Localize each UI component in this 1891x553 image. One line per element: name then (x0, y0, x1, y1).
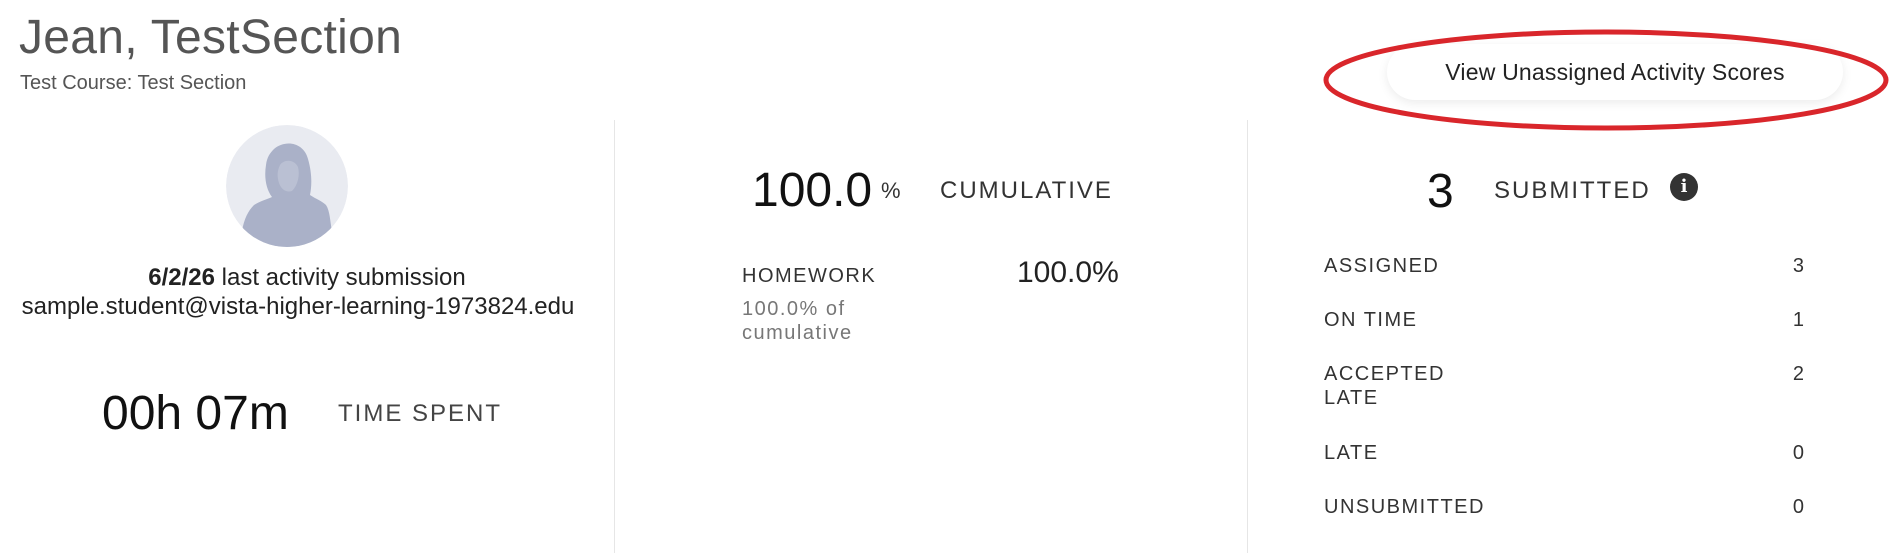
stat-value: 0 (1792, 496, 1804, 518)
submitted-count: 3 (1427, 165, 1454, 218)
homework-category-label: HOMEWORK (742, 265, 877, 287)
submitted-label: SUBMITTED (1494, 177, 1651, 204)
last-activity-submission: 6/2/26 last activity submission (0, 264, 614, 292)
stat-label: LATE (1324, 442, 1379, 464)
column-divider (614, 120, 615, 553)
time-spent-value: 00h 07m (102, 387, 289, 440)
time-spent-label: TIME SPENT (338, 400, 503, 427)
cumulative-percent-sign: % (881, 178, 901, 203)
student-silhouette-icon (226, 125, 348, 247)
course-subtitle: Test Course: Test Section (20, 72, 247, 94)
stat-value: 1 (1792, 309, 1804, 331)
info-icon[interactable]: i (1670, 173, 1698, 201)
stat-value: 2 (1792, 363, 1804, 385)
cumulative-label: CUMULATIVE (940, 177, 1113, 204)
cumulative-score-value: 100.0 (752, 164, 873, 217)
last-activity-text: last activity submission (214, 264, 466, 291)
last-activity-date: 6/2/26 (148, 264, 215, 291)
stat-value: 0 (1792, 442, 1804, 464)
stat-label: UNSUBMITTED (1324, 496, 1485, 518)
view-unassigned-activity-scores-button[interactable]: View Unassigned Activity Scores (1387, 44, 1843, 100)
stat-value: 3 (1792, 255, 1804, 277)
homework-category-value: 100.0% (1017, 256, 1119, 289)
student-name: Jean, TestSection (19, 11, 403, 64)
stat-label: ACCEPTED LATE (1324, 363, 1445, 409)
student-email: sample.student@vista-higher-learning-197… (21, 293, 575, 320)
homework-category-weight: 100.0% of cumulative (742, 298, 853, 344)
column-divider (1247, 120, 1248, 553)
stat-label: ON TIME (1324, 309, 1418, 331)
stat-label: ASSIGNED (1324, 255, 1440, 277)
